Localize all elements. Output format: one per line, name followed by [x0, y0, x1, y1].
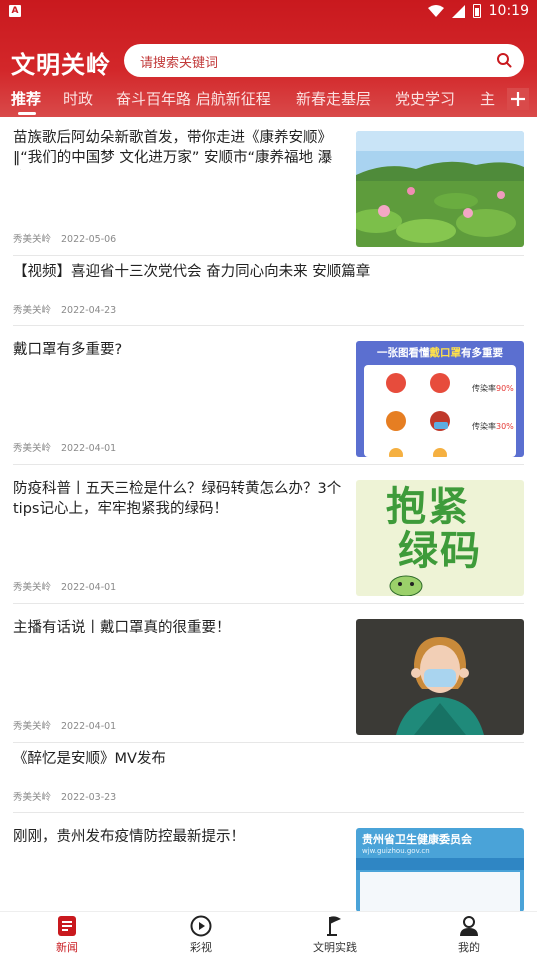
search-bar[interactable]: 请搜索关键词 — [124, 44, 524, 77]
item-title[interactable]: 戴口罩有多重要? — [13, 340, 348, 360]
item-title[interactable]: 【视频】喜迎省十三次党代会 奋力同心向未来 安顺篇章 — [13, 262, 513, 282]
add-channel-icon[interactable] — [507, 88, 529, 110]
item-title[interactable]: 苗族歌后阿幼朵新歌首发，带你走进《康养安顺》‖“我们的中国梦 文化进万家” 安顺… — [13, 128, 348, 170]
item-date: 2022-04-23 — [61, 305, 117, 316]
list-item[interactable]: 【视频】喜迎省十三次党代会 奋力同心向未来 安顺篇章 秀美关岭 2022-04-2… — [0, 256, 537, 326]
nav-civilization-practice[interactable]: 文明实践 — [295, 915, 375, 955]
nav-news[interactable]: 新闻 — [27, 915, 107, 955]
item-meta: 秀美关岭 2022-03-23 — [13, 789, 116, 803]
item-date: 2022-03-23 — [61, 792, 117, 803]
tab-recommend[interactable]: 推荐 — [11, 88, 41, 109]
nav-label: 文明实践 — [313, 941, 357, 954]
list-item[interactable]: 《醉忆是安顺》MV发布 秀美关岭 2022-03-23 — [0, 743, 537, 813]
battery-icon — [472, 4, 481, 18]
cartoon-figure-icon — [389, 575, 423, 596]
item-meta: 秀美关岭 2022-05-06 — [13, 231, 116, 245]
lotus-pond-thumbnail[interactable] — [356, 131, 524, 247]
wifi-icon — [427, 5, 444, 17]
clock: 10:19 — [488, 3, 529, 19]
status-icons: 10:19 — [427, 3, 529, 19]
active-tab-indicator — [18, 112, 36, 115]
item-source: 秀美关岭 — [13, 305, 52, 316]
flag-icon[interactable] — [325, 915, 345, 937]
signal-icon — [451, 4, 465, 18]
play-icon[interactable] — [190, 915, 212, 937]
item-title[interactable]: 主播有话说丨戴口罩真的很重要！ — [13, 618, 348, 638]
status-bar: A 10:19 — [0, 0, 537, 24]
app-header: A 10:19 文明关岭 请搜索关键词 推荐 时政 奋斗百年路 启航新征程 新春… — [0, 0, 537, 117]
green-code-thumbnail[interactable]: 抱紧 绿码 — [356, 480, 524, 596]
anchor-mask-thumbnail[interactable] — [356, 619, 524, 735]
item-date: 2022-04-01 — [61, 582, 117, 593]
thumb-text-line2: 绿码 — [398, 528, 482, 574]
infographic-header: 一张图看懂戴口罩有多重要 — [377, 347, 503, 359]
item-source: 秀美关岭 — [13, 582, 52, 593]
news-icon[interactable] — [57, 915, 77, 937]
infographic-card: 传染率90% 传染率30% — [364, 365, 516, 457]
tab-politics[interactable]: 时政 — [63, 88, 93, 109]
notification-badge: A — [9, 5, 21, 17]
item-date: 2022-04-01 — [61, 721, 117, 732]
mask-comparison-illustration — [386, 373, 450, 457]
nav-label: 新闻 — [56, 941, 78, 954]
user-icon[interactable] — [459, 915, 479, 937]
item-title[interactable]: 防疫科普丨五天三检是什么？绿码转黄怎么办？3个tips记心上，牢牢抱紧我的绿码！ — [13, 479, 348, 519]
health-site-thumbnail[interactable]: 贵州省卫生健康委员会 wjw.guizhou.gov.cn — [356, 828, 524, 912]
item-meta: 秀美关岭 2022-04-01 — [13, 579, 116, 593]
search-icon[interactable] — [496, 52, 512, 68]
list-item[interactable]: 戴口罩有多重要? 秀美关岭 2022-04-01 一张图看懂戴口罩有多重要 传染… — [0, 326, 537, 465]
thumb-site-name: 贵州省卫生健康委员会 — [362, 833, 472, 846]
item-date: 2022-04-01 — [61, 443, 117, 454]
item-meta: 秀美关岭 2022-04-23 — [13, 302, 116, 316]
item-source: 秀美关岭 — [13, 792, 52, 803]
app-brand: 文明关岭 — [11, 51, 111, 79]
nav-label: 我的 — [458, 941, 480, 954]
item-meta: 秀美关岭 2022-04-01 — [13, 440, 116, 454]
item-meta: 秀美关岭 2022-04-01 — [13, 718, 116, 732]
item-title[interactable]: 刚刚，贵州发布疫情防控最新提示！ — [13, 827, 348, 847]
nav-profile[interactable]: 我的 — [429, 915, 509, 955]
bottom-nav: 新闻 彩视 文明实践 我的 — [0, 911, 537, 956]
item-source: 秀美关岭 — [13, 721, 52, 732]
list-item[interactable]: 防疫科普丨五天三检是什么？绿码转黄怎么办？3个tips记心上，牢牢抱紧我的绿码！… — [0, 465, 537, 604]
item-title[interactable]: 《醉忆是安顺》MV发布 — [13, 749, 513, 769]
tab-centenary[interactable]: 奋斗百年路 启航新征程 — [116, 88, 271, 109]
list-item[interactable]: 刚刚，贵州发布疫情防控最新提示！ 贵州省卫生健康委员会 wjw.guizhou.… — [0, 813, 537, 912]
item-source: 秀美关岭 — [13, 234, 52, 245]
thumb-site-url: wjw.guizhou.gov.cn — [362, 847, 430, 855]
tab-spring-grassroots[interactable]: 新春走基层 — [296, 88, 371, 109]
mask-infographic-thumbnail[interactable]: 一张图看懂戴口罩有多重要 传染率90% 传染率30% — [356, 341, 524, 457]
list-item[interactable]: 主播有话说丨戴口罩真的很重要！ 秀美关岭 2022-04-01 — [0, 604, 537, 743]
list-item[interactable]: 苗族歌后阿幼朵新歌首发，带你走进《康养安顺》‖“我们的中国梦 文化进万家” 安顺… — [0, 117, 537, 256]
search-placeholder[interactable]: 请搜索关键词 — [140, 52, 218, 71]
channel-tabs: 推荐 时政 奋斗百年路 启航新征程 新春走基层 党史学习 主 — [0, 86, 537, 116]
item-source: 秀美关岭 — [13, 443, 52, 454]
tab-more-partial[interactable]: 主 — [480, 88, 495, 109]
tab-party-history[interactable]: 党史学习 — [395, 88, 455, 109]
item-date: 2022-05-06 — [61, 234, 117, 245]
thumb-text-line1: 抱紧 — [386, 484, 470, 530]
nav-video[interactable]: 彩视 — [161, 915, 241, 955]
news-feed: 苗族歌后阿幼朵新歌首发，带你走进《康养安顺》‖“我们的中国梦 文化进万家” 安顺… — [0, 117, 537, 912]
nav-label: 彩视 — [190, 941, 212, 954]
